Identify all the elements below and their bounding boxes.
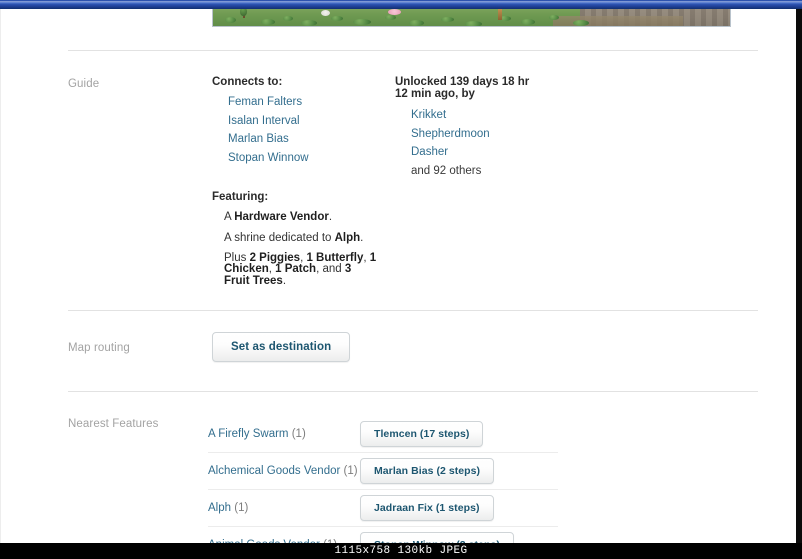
table-row: A Firefly Swarm (1) Tlemcen (17 steps)	[208, 416, 558, 453]
divider-map-routing	[68, 310, 758, 311]
hero-bush	[521, 19, 535, 25]
image-info-statusbar: 1115x758 130kb JPEG	[0, 543, 802, 559]
feature-name-link[interactable]: A Firefly Swarm (1)	[208, 428, 356, 440]
unlocked-heading: Unlocked 139 days 18 hr 12 min ago, by	[395, 76, 530, 100]
unlocked-more-count: and 92 others	[411, 164, 482, 177]
guide-column-left: Connects to: Feman Falters Isalan Interv…	[212, 76, 382, 295]
plus-sep: .	[282, 274, 287, 287]
nearest-features-table: A Firefly Swarm (1) Tlemcen (17 steps) A…	[208, 416, 558, 559]
plus-bold: 2 Piggies	[249, 251, 301, 264]
featuring-item: A Hardware Vendor.	[224, 211, 382, 224]
hero-bush	[441, 17, 454, 22]
window-titlebar	[0, 0, 802, 9]
guide-column-right: Unlocked 139 days 18 hr 12 min ago, by K…	[395, 76, 565, 183]
feature-route-button[interactable]: Tlemcen (17 steps)	[360, 421, 484, 447]
hero-bush	[385, 15, 396, 20]
featuring-heading: Featuring:	[212, 190, 269, 203]
set-as-destination-button[interactable]: Set as destination	[212, 332, 351, 362]
feature-name: A Firefly Swarm	[208, 428, 289, 440]
unlocker-link[interactable]: Dasher	[411, 146, 565, 158]
map-routing-section-label: Map routing	[68, 342, 130, 354]
plus-sep: , and	[316, 263, 345, 275]
hero-bush	[261, 19, 275, 25]
table-row: Alph (1) Jadraan Fix (1 steps)	[208, 490, 558, 527]
featuring-item-prefix: A shrine dedicated to	[224, 231, 335, 244]
image-info-text: 1115x758 130kb JPEG	[334, 545, 468, 557]
guide-section-label: Guide	[68, 78, 100, 90]
featuring-item-prefix: A	[224, 210, 235, 223]
featuring-item: A shrine dedicated to Alph.	[224, 232, 382, 245]
connects-link[interactable]: Feman Falters	[228, 96, 382, 108]
page-left-border	[0, 0, 1, 559]
connects-to-heading: Connects to:	[212, 76, 283, 88]
feature-action-cell: Tlemcen (17 steps)	[356, 421, 558, 447]
nearest-features-section-label: Nearest Features	[68, 418, 159, 430]
feature-action-cell: Marlan Bias (2 steps)	[356, 458, 558, 484]
divider-nearest-features	[68, 391, 758, 392]
feature-route-button[interactable]: Marlan Bias (2 steps)	[360, 458, 495, 484]
connects-link[interactable]: Isalan Interval	[228, 115, 382, 127]
hero-bush	[573, 20, 589, 26]
hero-bush	[225, 17, 236, 23]
hero-bush	[283, 16, 293, 21]
featuring-item-bold: Alph	[334, 231, 361, 244]
feature-name: Alchemical Goods Vendor	[208, 465, 341, 477]
plus-bold: 1 Butterfly	[306, 251, 364, 264]
divider-top	[68, 50, 758, 51]
hero-bush	[331, 16, 343, 21]
page-right-border	[796, 0, 802, 559]
featuring-plus-line: Plus 2 Piggies, 1 Butterfly, 1 Chicken, …	[224, 251, 379, 288]
hero-creature-pink	[388, 9, 401, 15]
plus-bold: 1 Patch	[275, 263, 317, 275]
connects-link[interactable]: Stopan Winnow	[228, 152, 382, 164]
feature-count: (1)	[234, 502, 249, 514]
connects-link[interactable]: Marlan Bias	[228, 133, 382, 145]
feature-count: (1)	[291, 428, 306, 440]
unlocker-link[interactable]: Krikket	[411, 109, 565, 121]
feature-name-link[interactable]: Alph (1)	[208, 502, 356, 514]
featuring-item-bold: Hardware Vendor	[234, 210, 329, 223]
plus-prefix: Plus	[224, 251, 250, 264]
hero-bush	[549, 15, 559, 20]
hero-bush	[353, 19, 371, 25]
table-row: Alchemical Goods Vendor (1) Marlan Bias …	[208, 453, 558, 490]
hero-bush	[465, 21, 482, 26]
titlebar-gloss	[0, 1, 802, 4]
featuring-item-suffix: .	[360, 231, 364, 244]
feature-name: Alph	[208, 502, 232, 514]
app-root: Guide Connects to: Feman Falters Isalan …	[0, 0, 802, 559]
feature-route-button[interactable]: Jadraan Fix (1 steps)	[360, 495, 494, 521]
featuring-item-suffix: .	[328, 210, 333, 223]
hero-bush	[301, 20, 317, 26]
hero-signpost	[498, 9, 502, 20]
feature-name-link[interactable]: Alchemical Goods Vendor (1)	[208, 465, 358, 477]
hero-bush	[409, 20, 424, 26]
unlocker-link[interactable]: Shepherdmoon	[411, 128, 565, 140]
hero-creature	[321, 10, 330, 16]
feature-action-cell: Jadraan Fix (1 steps)	[356, 495, 558, 521]
